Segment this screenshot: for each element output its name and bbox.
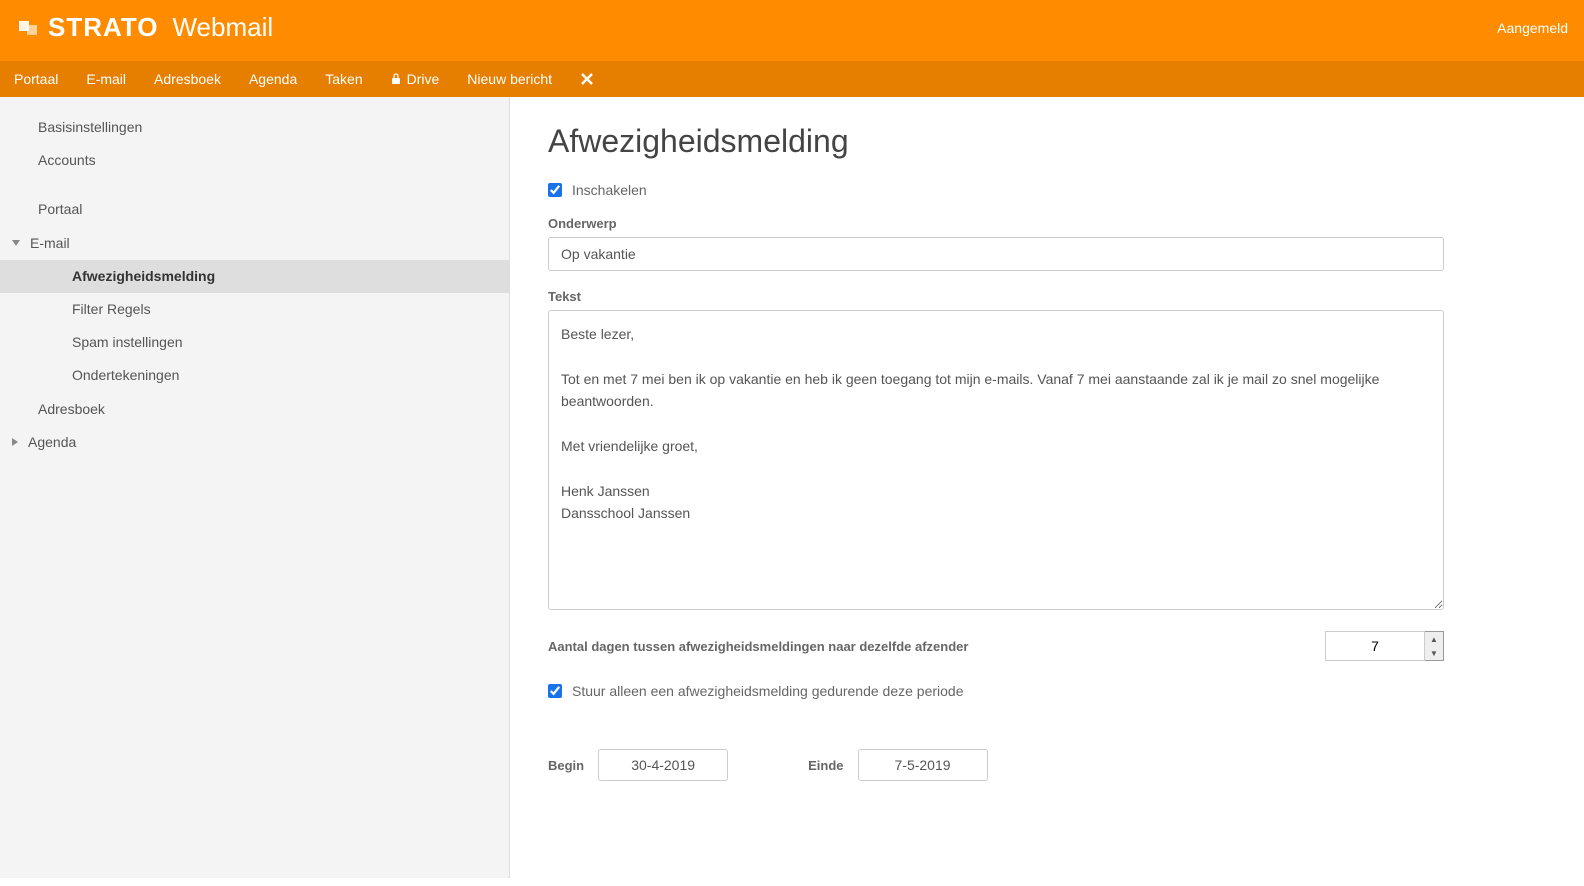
nav-email[interactable]: E-mail	[86, 71, 126, 87]
nav-agenda[interactable]: Agenda	[249, 71, 297, 87]
caret-down-icon	[12, 240, 20, 246]
einde-label: Einde	[808, 758, 843, 773]
enable-checkbox[interactable]	[548, 183, 562, 197]
begin-label: Begin	[548, 758, 584, 773]
lock-icon	[391, 73, 401, 85]
begin-group: Begin	[548, 749, 728, 781]
sidebar-agenda[interactable]: Agenda	[0, 426, 509, 459]
strato-logo-icon	[16, 16, 40, 40]
sidebar-email-label: E-mail	[30, 231, 70, 256]
nav-taken[interactable]: Taken	[325, 71, 362, 87]
einde-group: Einde	[808, 749, 987, 781]
sidebar-basisinstellingen[interactable]: Basisinstellingen	[0, 111, 509, 144]
subject-label: Onderwerp	[548, 216, 1546, 231]
sidebar-accounts[interactable]: Accounts	[0, 144, 509, 177]
spinner-up[interactable]: ▲	[1425, 632, 1443, 646]
sidebar: Basisinstellingen Accounts Portaal E-mai…	[0, 97, 510, 878]
caret-right-icon	[12, 438, 18, 446]
days-row: Aantal dagen tussen afwezigheidsmeldinge…	[548, 631, 1444, 661]
subject-input[interactable]	[548, 237, 1444, 271]
nav-drive-label: Drive	[407, 71, 440, 87]
enable-row: Inschakelen	[548, 182, 1546, 198]
enable-label[interactable]: Inschakelen	[572, 182, 647, 198]
spinner-down[interactable]: ▼	[1425, 646, 1443, 660]
text-row: Tekst	[548, 289, 1546, 613]
days-spinner: ▲ ▼	[1325, 631, 1444, 661]
nav-portaal[interactable]: Portaal	[14, 71, 58, 87]
spinner-buttons: ▲ ▼	[1425, 631, 1444, 661]
period-checkbox[interactable]	[548, 684, 562, 698]
nav-new-message[interactable]: Nieuw bericht	[467, 71, 552, 87]
main-nav: Portaal E-mail Adresboek Agenda Taken Dr…	[0, 61, 1584, 97]
page-title: Afwezigheidsmelding	[548, 123, 1546, 160]
product-name: Webmail	[172, 12, 273, 43]
logo[interactable]: STRATO Webmail	[16, 12, 273, 43]
sidebar-agenda-label: Agenda	[28, 430, 76, 455]
main-content: Afwezigheidsmelding Inschakelen Onderwer…	[510, 97, 1584, 878]
begin-input[interactable]	[598, 749, 728, 781]
logged-in-status[interactable]: Aangemeld	[1497, 20, 1568, 36]
sidebar-afwezigheidsmelding[interactable]: Afwezigheidsmelding	[0, 260, 509, 293]
days-input[interactable]	[1325, 631, 1425, 661]
date-row: Begin Einde	[548, 749, 1444, 781]
header: STRATO Webmail Aangemeld Portaal E-mail …	[0, 0, 1584, 97]
text-label: Tekst	[548, 289, 1546, 304]
header-top: STRATO Webmail Aangemeld	[0, 0, 1584, 61]
einde-input[interactable]	[858, 749, 988, 781]
brand-name: STRATO	[48, 12, 158, 43]
text-textarea[interactable]	[548, 310, 1444, 610]
container: Basisinstellingen Accounts Portaal E-mai…	[0, 97, 1584, 878]
sidebar-email[interactable]: E-mail	[0, 227, 509, 260]
sidebar-adresboek[interactable]: Adresboek	[0, 393, 509, 426]
nav-adresboek[interactable]: Adresboek	[154, 71, 221, 87]
nav-drive[interactable]: Drive	[391, 71, 440, 87]
sidebar-portaal[interactable]: Portaal	[0, 193, 509, 226]
period-label[interactable]: Stuur alleen een afwezigheidsmelding ged…	[572, 683, 964, 699]
period-row: Stuur alleen een afwezigheidsmelding ged…	[548, 683, 1546, 699]
sidebar-filter-regels[interactable]: Filter Regels	[0, 293, 509, 326]
days-label: Aantal dagen tussen afwezigheidsmeldinge…	[548, 639, 968, 654]
subject-row: Onderwerp	[548, 216, 1546, 271]
sidebar-ondertekeningen[interactable]: Ondertekeningen	[0, 359, 509, 392]
nav-close[interactable]	[580, 72, 594, 86]
sidebar-spam-instellingen[interactable]: Spam instellingen	[0, 326, 509, 359]
close-icon	[580, 72, 594, 86]
